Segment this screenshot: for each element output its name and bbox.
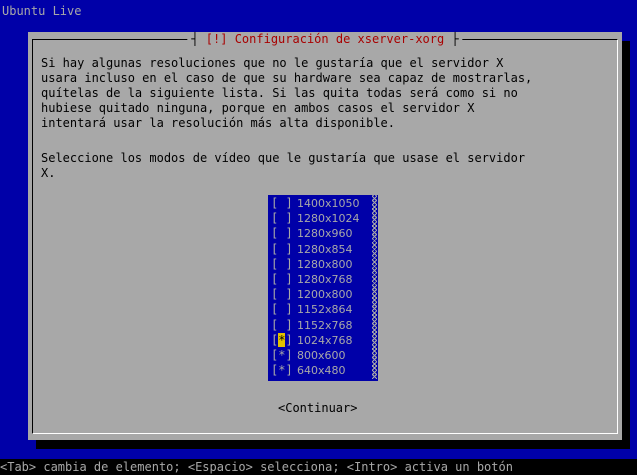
video-mode-item[interactable]: [ ] 1280x768 <box>271 272 353 287</box>
checkbox-empty-mark <box>278 318 285 332</box>
checkbox[interactable]: [ ] <box>271 318 297 333</box>
video-mode-item[interactable]: [ ] 1400x1050 <box>271 196 360 211</box>
video-mode-label: 1152x768 <box>297 318 353 332</box>
checkbox[interactable]: [*] <box>271 332 297 348</box>
continue-button[interactable]: <Continuar> <box>278 401 357 416</box>
window-title: Ubuntu Live <box>2 4 82 18</box>
video-mode-item[interactable]: [*] 1024x768 <box>271 332 353 348</box>
title-right-tick: ├ <box>444 32 459 46</box>
checkbox[interactable]: [ ] <box>271 196 297 211</box>
checkbox-checked-mark: * <box>278 332 286 347</box>
title-left-tick: ┤ <box>191 32 206 46</box>
warning-marker: [!] <box>205 32 228 46</box>
checkbox-checked-mark: * <box>278 348 286 362</box>
video-mode-item[interactable]: [*] 800x600 <box>271 348 346 363</box>
video-mode-label: 1200x800 <box>297 288 353 302</box>
video-mode-label: 1152x864 <box>297 303 353 317</box>
dialog-title: ┤ [!] Configuración de xserver-xorg ├ <box>187 32 463 47</box>
selection-prompt: Seleccione los modos de vídeo que le gus… <box>41 151 526 180</box>
video-modes-list[interactable]: [ ] 1400x1050[ ] 1280x1024[ ] 1280x960[ ] 12… <box>268 195 378 381</box>
video-mode-item[interactable]: [ ] 1280x960 <box>271 226 353 241</box>
checkbox[interactable]: [ ] <box>271 257 297 272</box>
list-scrollbar[interactable] <box>372 195 377 379</box>
video-mode-label: 1280x768 <box>297 273 353 286</box>
video-mode-item[interactable]: [ ] 1200x800 <box>271 287 353 302</box>
checkbox[interactable]: [ ] <box>271 287 297 302</box>
video-mode-item[interactable]: [ ] 1280x800 <box>271 257 353 272</box>
checkbox[interactable]: [ ] <box>271 211 297 226</box>
checkbox[interactable]: [*] <box>271 348 297 363</box>
video-mode-item[interactable]: [ ] 1280x1024 <box>271 211 360 226</box>
checkbox-empty-mark <box>278 257 285 271</box>
checkbox-empty-mark <box>278 211 285 225</box>
checkbox[interactable]: [*] <box>271 363 297 378</box>
checkbox-empty-mark <box>278 272 285 286</box>
checkbox[interactable]: [ ] <box>271 242 297 257</box>
video-mode-item[interactable]: [ ] 1152x864 <box>271 302 353 317</box>
video-mode-item[interactable]: [ ] 1280x854 <box>271 242 353 257</box>
checkbox-empty-mark <box>278 302 285 316</box>
checkbox-empty-mark <box>278 242 285 256</box>
video-mode-label: 1024x768 <box>297 333 353 347</box>
video-mode-label: 1280x960 <box>297 227 353 241</box>
key-help-bar: <Tab> cambia de elemento; <Espacio> sele… <box>0 459 637 475</box>
video-mode-label: 1280x800 <box>297 257 353 271</box>
checkbox[interactable]: [ ] <box>271 226 297 241</box>
video-mode-label: 1280x854 <box>297 242 353 256</box>
checkbox-empty-mark <box>278 196 285 210</box>
checkbox-empty-mark <box>278 226 285 240</box>
checkbox[interactable]: [ ] <box>271 302 297 317</box>
checkbox-checked-mark: * <box>278 363 286 378</box>
dialog-description: Si hay algunas resoluciones que no le gu… <box>41 56 533 130</box>
checkbox[interactable]: [ ] <box>271 272 297 287</box>
video-mode-label: 640x480 <box>297 364 346 378</box>
video-mode-label: 1280x1024 <box>297 212 360 226</box>
video-mode-item[interactable]: [*] 640x480 <box>271 363 346 378</box>
config-dialog: ┤ [!] Configuración de xserver-xorg ├ Si… <box>28 32 622 440</box>
checkbox-empty-mark <box>278 287 285 301</box>
video-mode-label: 800x600 <box>297 349 346 362</box>
video-mode-item[interactable]: [ ] 1152x768 <box>271 318 353 333</box>
dialog-title-text: Configuración de xserver-xorg <box>234 32 445 46</box>
video-mode-label: 1400x1050 <box>297 197 360 210</box>
